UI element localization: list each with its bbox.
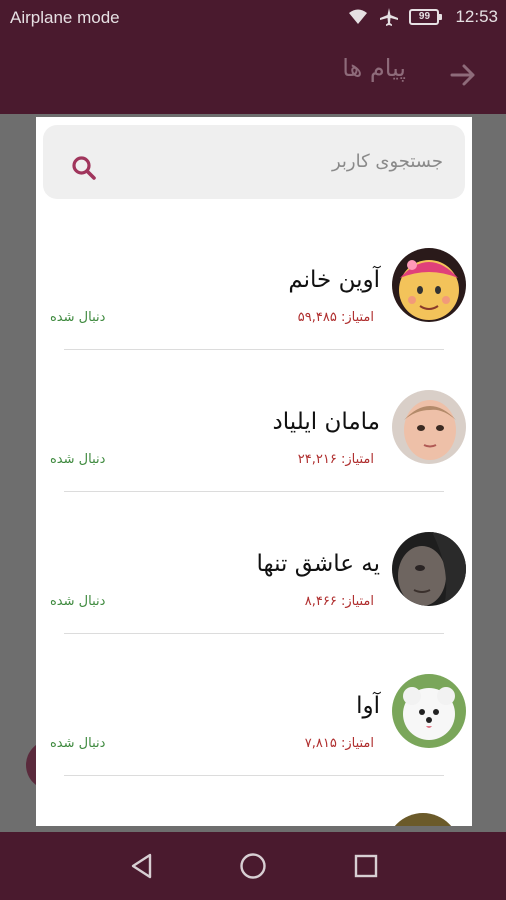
divider — [64, 633, 444, 634]
user-score: امتیاز: ۸,۴۶۶ — [304, 594, 374, 609]
status-bar: Airplane mode 99 12:53 — [0, 0, 506, 36]
user-list: آوین خانم امتیاز: ۵۹,۴۸۵ دنبال شده مامان… — [36, 237, 472, 805]
search-input[interactable]: جستجوی کاربر — [332, 151, 443, 172]
user-name: یه عاشق تنها — [256, 551, 381, 577]
battery-icon: 99 — [409, 9, 443, 25]
back-triangle-icon[interactable] — [128, 852, 156, 880]
home-circle-icon[interactable] — [239, 852, 267, 880]
arrow-right-icon[interactable] — [448, 60, 478, 90]
app-bar: پیام ها — [0, 36, 506, 114]
airplane-mode-label: Airplane mode — [10, 8, 120, 27]
search-box[interactable]: جستجوی کاربر — [43, 125, 465, 199]
list-item[interactable]: مامان ایلیاد امتیاز: ۲۴,۲۱۶ دنبال شده — [36, 379, 472, 521]
white-puppy-avatar — [392, 674, 466, 748]
dark-portrait-avatar — [392, 532, 466, 606]
airplane-icon — [380, 8, 399, 26]
user-score: امتیاز: ۷,۸۱۵ — [304, 736, 374, 751]
cartoon-girl-avatar — [392, 248, 466, 322]
wifi-icon — [349, 9, 368, 24]
status-icons: 99 12:53 — [347, 7, 498, 27]
follow-status[interactable]: دنبال شده — [50, 736, 105, 751]
user-score: امتیاز: ۵۹,۴۸۵ — [297, 310, 374, 325]
partial-avatar — [386, 813, 460, 826]
user-score: امتیاز: ۲۴,۲۱۶ — [297, 452, 374, 467]
divider — [64, 491, 444, 492]
user-name: آوا — [356, 693, 380, 719]
list-item[interactable]: آوا امتیاز: ۷,۸۱۵ دنبال شده — [36, 663, 472, 805]
search-icon[interactable] — [71, 155, 97, 181]
user-name: مامان ایلیاد — [272, 409, 380, 435]
list-item[interactable]: یه عاشق تنها امتیاز: ۸,۴۶۶ دنبال شده — [36, 521, 472, 663]
user-name: آوین خانم — [288, 267, 380, 293]
list-item[interactable]: آوین خانم امتیاز: ۵۹,۴۸۵ دنبال شده — [36, 237, 472, 379]
follow-status[interactable]: دنبال شده — [50, 310, 105, 325]
user-search-dialog: جستجوی کاربر آوین خانم امتیاز: ۵۹,۴۸۵ دن… — [36, 117, 472, 826]
follow-status[interactable]: دنبال شده — [50, 452, 105, 467]
recents-square-icon[interactable] — [352, 852, 380, 880]
divider — [64, 775, 444, 776]
navigation-bar — [0, 832, 506, 900]
divider — [64, 349, 444, 350]
page-title: پیام ها — [342, 54, 406, 82]
baby-photo-avatar — [392, 390, 466, 464]
clock: 12:53 — [455, 7, 498, 26]
follow-status[interactable]: دنبال شده — [50, 594, 105, 609]
